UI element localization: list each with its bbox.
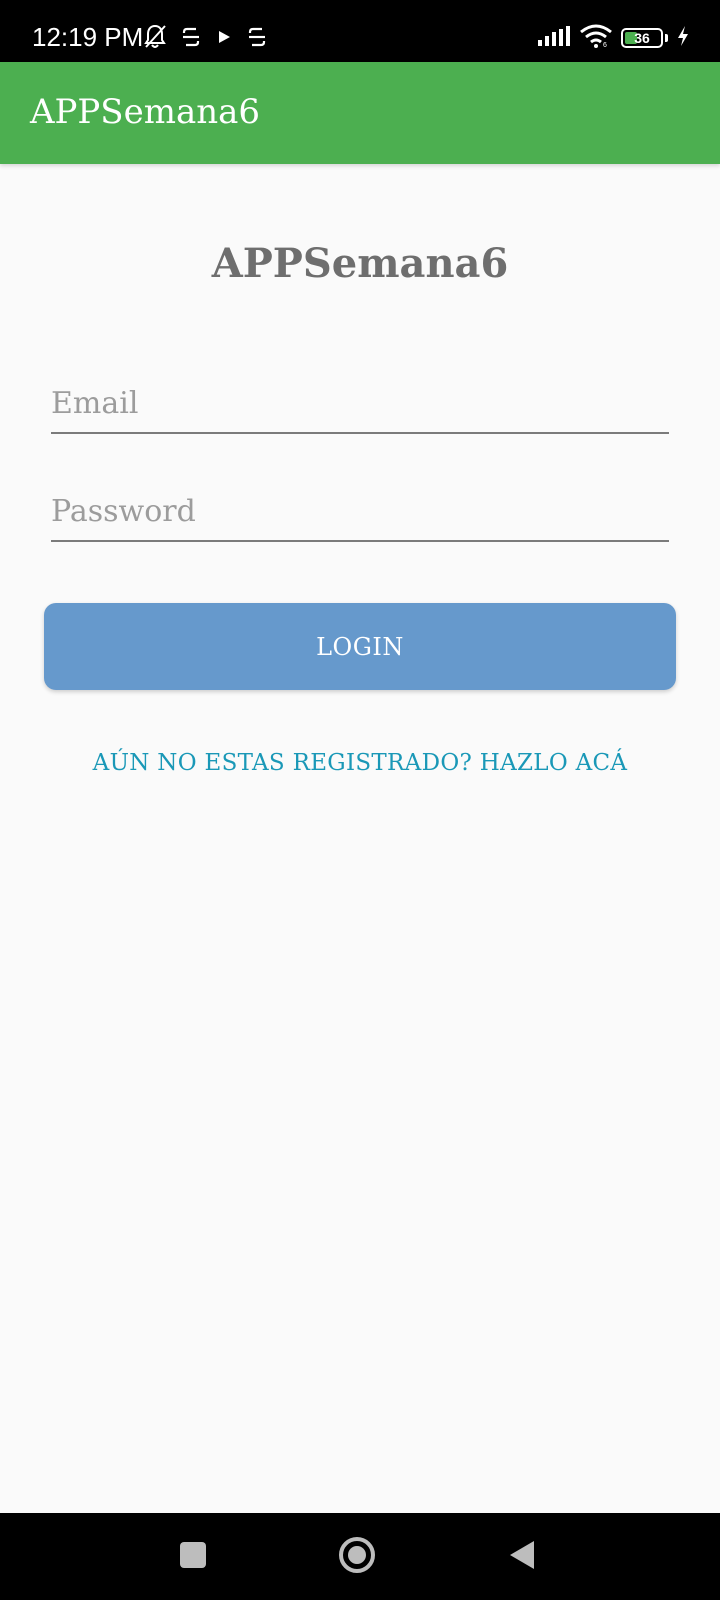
password-field[interactable]	[51, 482, 669, 542]
wifi-icon: 6	[579, 24, 613, 52]
battery-tip	[665, 34, 668, 42]
login-screen: 12:19 PM 6 36 APPSemana6 APPSemana6 Emai…	[0, 0, 720, 1600]
login-button[interactable]: LOGIN	[44, 603, 676, 690]
battery-icon: 36	[621, 28, 663, 48]
app-notification-icon	[181, 25, 201, 53]
back-icon	[507, 1539, 537, 1575]
svg-text:6: 6	[603, 42, 607, 48]
page-title: APPSemana6	[211, 240, 509, 287]
register-link[interactable]: AÚN NO ESTAS REGISTRADO? HAZLO ACÁ	[0, 748, 720, 778]
navigation-bar	[0, 1513, 720, 1600]
battery-level: 36	[634, 30, 650, 46]
app-notification-icon	[247, 25, 267, 53]
play-store-icon	[215, 27, 233, 51]
app-bar: APPSemana6	[0, 62, 720, 164]
email-field[interactable]	[51, 374, 669, 434]
recents-button[interactable]	[143, 1513, 243, 1600]
back-button[interactable]	[472, 1513, 572, 1600]
recents-icon	[179, 1541, 207, 1573]
home-icon	[338, 1536, 376, 1578]
charging-icon	[676, 25, 690, 51]
status-right-icons: 6 36	[537, 24, 690, 52]
status-bar: 12:19 PM 6 36	[0, 0, 720, 62]
notifications-off-icon	[143, 24, 167, 54]
status-time: 12:19 PM	[32, 22, 144, 52]
status-left-icons	[143, 24, 267, 54]
app-bar-title: APPSemana6	[30, 92, 261, 132]
signal-icon	[537, 25, 571, 51]
home-button[interactable]	[307, 1513, 407, 1600]
